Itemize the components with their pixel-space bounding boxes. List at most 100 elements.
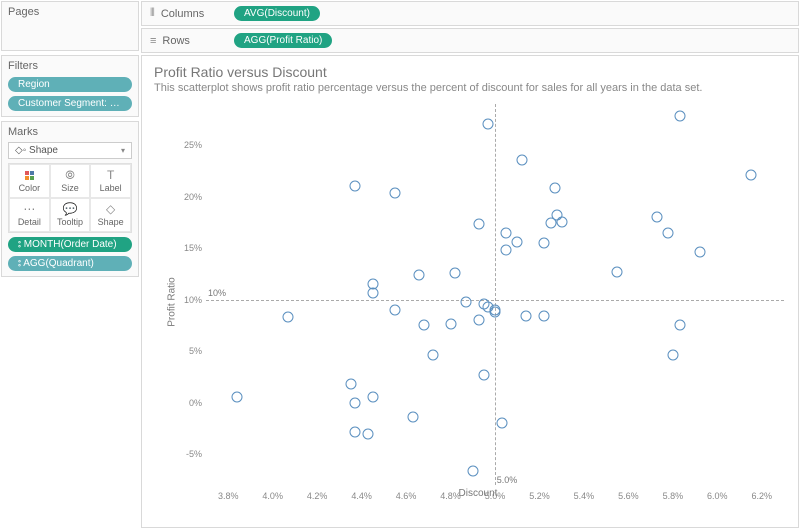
shape-icon: ◇◦ (15, 145, 26, 156)
filter-pill[interactable]: Region (8, 77, 132, 92)
scatter-point[interactable] (674, 320, 685, 331)
y-tick: 15% (172, 243, 202, 253)
scatter-point[interactable] (414, 269, 425, 280)
scatter-point[interactable] (389, 187, 400, 198)
filter-pill[interactable]: Customer Segment: Small Busin... (8, 96, 132, 111)
x-tick: 5.8% (663, 491, 684, 501)
scatter-point[interactable] (538, 238, 549, 249)
mark-size-button[interactable]: ⦾Size (50, 164, 91, 198)
x-tick: 6.0% (707, 491, 728, 501)
mark-type-label: Shape (29, 145, 58, 156)
marks-pill[interactable]: ⦂ MONTH(Order Date) (8, 237, 132, 252)
rows-shelf[interactable]: ≡ Rows AGG(Profit Ratio) (141, 28, 799, 53)
scatter-point[interactable] (745, 170, 756, 181)
scatter-point[interactable] (474, 219, 485, 230)
scatter-point[interactable] (467, 465, 478, 476)
ref-line-vertical (495, 104, 496, 485)
x-tick: 4.6% (396, 491, 417, 501)
y-tick: 25% (172, 140, 202, 150)
rows-pill[interactable]: AGG(Profit Ratio) (234, 33, 332, 48)
scatter-point[interactable] (407, 412, 418, 423)
pages-title: Pages (8, 6, 132, 18)
scatter-point[interactable] (418, 320, 429, 331)
scatter-point[interactable] (349, 397, 360, 408)
scatter-point[interactable] (283, 312, 294, 323)
tooltip-icon: 💬 (53, 203, 88, 215)
size-icon: ⦾ (53, 169, 88, 181)
scatter-point[interactable] (345, 379, 356, 390)
scatter-point[interactable] (367, 279, 378, 290)
scatter-point[interactable] (512, 236, 523, 247)
scatter-point[interactable] (556, 217, 567, 228)
scatter-point[interactable] (501, 245, 512, 256)
x-tick: 5.2% (529, 491, 550, 501)
scatter-point[interactable] (363, 428, 374, 439)
mark-shape-button[interactable]: ◇Shape (90, 198, 131, 232)
x-tick: 5.4% (574, 491, 595, 501)
color-icon (12, 169, 47, 181)
scatter-point[interactable] (663, 227, 674, 238)
x-tick: 4.0% (262, 491, 283, 501)
x-tick: 4.2% (307, 491, 328, 501)
pages-shelf[interactable]: Pages (1, 1, 139, 51)
scatter-point[interactable] (478, 369, 489, 380)
y-tick: 5% (172, 346, 202, 356)
mark-type-dropdown[interactable]: ◇◦ Shape ▾ (8, 142, 132, 159)
scatter-point[interactable] (496, 418, 507, 429)
scatter-point[interactable] (501, 227, 512, 238)
marks-card[interactable]: Marks ◇◦ Shape ▾ Color⦾SizeTLabel ⋯Detail… (1, 121, 139, 277)
mark-detail-button[interactable]: ⋯Detail (9, 198, 50, 232)
rows-label: Rows (162, 35, 190, 47)
ref-line-h-label: 10% (208, 288, 226, 298)
scatter-point[interactable] (367, 392, 378, 403)
x-tick: 3.8% (218, 491, 239, 501)
x-tick: 4.8% (440, 491, 461, 501)
chevron-down-icon: ▾ (121, 146, 125, 155)
scatter-point[interactable] (349, 427, 360, 438)
scatter-point[interactable] (389, 304, 400, 315)
columns-shelf[interactable]: ⦀ Columns AVG(Discount) (141, 1, 799, 26)
viz-title: Profit Ratio versus Discount (142, 56, 798, 82)
scatter-plot[interactable]: -5%0%5%10%15%20%25%3.8%4.0%4.2%4.4%4.6%4… (206, 104, 784, 485)
scatter-point[interactable] (349, 181, 360, 192)
y-tick: 0% (172, 398, 202, 408)
scatter-point[interactable] (232, 392, 243, 403)
scatter-point[interactable] (445, 319, 456, 330)
scatter-point[interactable] (538, 311, 549, 322)
scatter-point[interactable] (483, 118, 494, 129)
scatter-point[interactable] (474, 315, 485, 326)
scatter-point[interactable] (550, 183, 561, 194)
y-tick: 10% (172, 295, 202, 305)
shape-icon: ◇ (93, 203, 128, 215)
columns-pill[interactable]: AVG(Discount) (234, 6, 320, 21)
mark-color-button[interactable]: Color (9, 164, 50, 198)
scatter-point[interactable] (461, 296, 472, 307)
x-tick: 6.2% (752, 491, 773, 501)
scatter-point[interactable] (449, 267, 460, 278)
mark-tooltip-button[interactable]: 💬Tooltip (50, 198, 91, 232)
y-tick: 20% (172, 192, 202, 202)
columns-label: Columns (161, 8, 204, 20)
scatter-point[interactable] (674, 111, 685, 122)
scatter-point[interactable] (490, 304, 501, 315)
viz-area[interactable]: Profit Ratio versus Discount This scatte… (141, 55, 799, 528)
marks-title: Marks (8, 126, 132, 138)
ref-line-v-label: 5.0% (497, 475, 518, 485)
scatter-point[interactable] (667, 350, 678, 361)
scatter-point[interactable] (694, 247, 705, 258)
x-tick: 4.4% (351, 491, 372, 501)
columns-icon: ⦀ (150, 7, 155, 20)
scatter-point[interactable] (427, 350, 438, 361)
x-tick: 5.0% (485, 491, 506, 501)
rows-icon: ≡ (150, 35, 156, 47)
filters-shelf[interactable]: Filters Region Customer Segment: Small Bu… (1, 55, 139, 117)
scatter-point[interactable] (521, 311, 532, 322)
marks-pill[interactable]: ⦂ AGG(Quadrant) (8, 256, 132, 271)
x-tick: 5.6% (618, 491, 639, 501)
filters-title: Filters (8, 60, 132, 72)
mark-label-button[interactable]: TLabel (90, 164, 131, 198)
scatter-point[interactable] (612, 266, 623, 277)
label-icon: T (93, 169, 128, 181)
scatter-point[interactable] (516, 154, 527, 165)
scatter-point[interactable] (652, 212, 663, 223)
